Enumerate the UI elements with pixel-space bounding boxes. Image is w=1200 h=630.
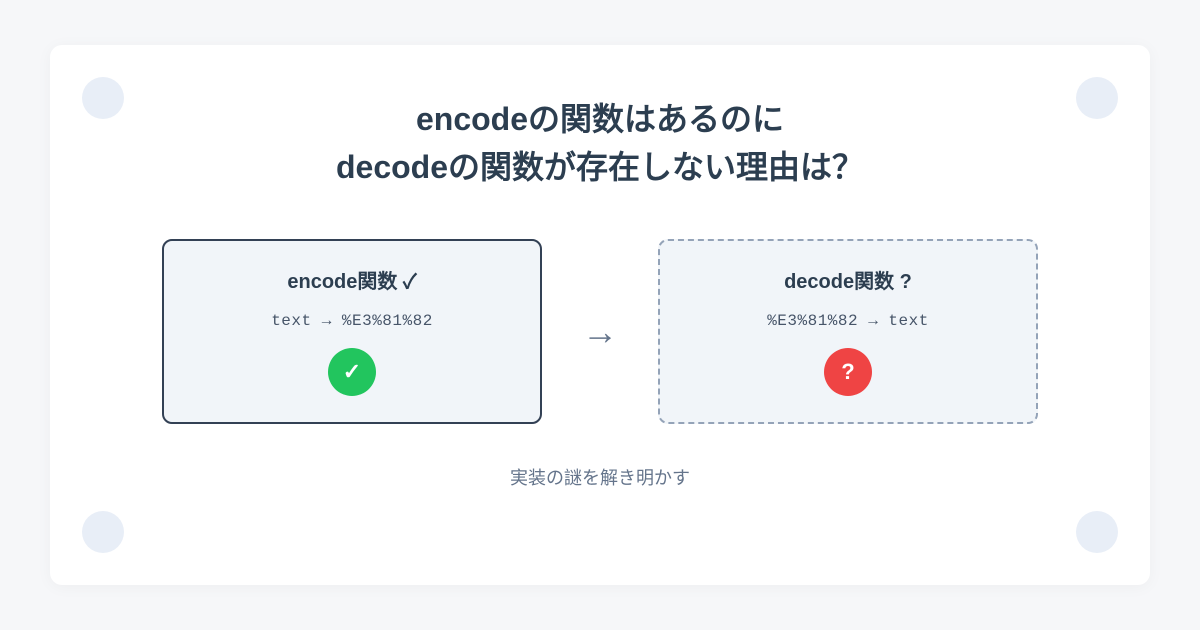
encode-box-code: text → %E3%81%82 xyxy=(271,312,433,330)
check-badge: ✓ xyxy=(328,348,376,396)
title-line-2: decodeの関数が存在しない理由は？ xyxy=(336,149,864,185)
encode-box-title: encode関数 ✓ xyxy=(287,265,416,294)
page-title: encodeの関数はあるのに decodeの関数が存在しない理由は？ xyxy=(336,95,864,191)
footer-caption: 実装の謎を解き明かす xyxy=(510,464,690,490)
title-line-1: encodeの関数はあるのに xyxy=(416,101,784,137)
arrow-icon: → xyxy=(582,314,618,350)
decode-box: decode関数 ? %E3%81%82 → text ? xyxy=(658,239,1038,424)
check-icon: ✓ xyxy=(343,359,361,385)
corner-dot-bottom-right xyxy=(1076,511,1118,553)
corner-dot-top-right xyxy=(1076,77,1118,119)
corner-dot-top-left xyxy=(82,77,124,119)
question-badge: ? xyxy=(824,348,872,396)
question-icon: ? xyxy=(841,359,854,385)
encode-box: encode関数 ✓ text → %E3%81%82 ✓ xyxy=(162,239,542,424)
decode-box-title: decode関数 ? xyxy=(784,265,912,294)
main-card: encodeの関数はあるのに decodeの関数が存在しない理由は？ encod… xyxy=(50,45,1150,585)
corner-dot-bottom-left xyxy=(82,511,124,553)
comparison-row: encode関数 ✓ text → %E3%81%82 ✓ → decode関数… xyxy=(162,239,1038,424)
decode-box-code: %E3%81%82 → text xyxy=(767,312,929,330)
